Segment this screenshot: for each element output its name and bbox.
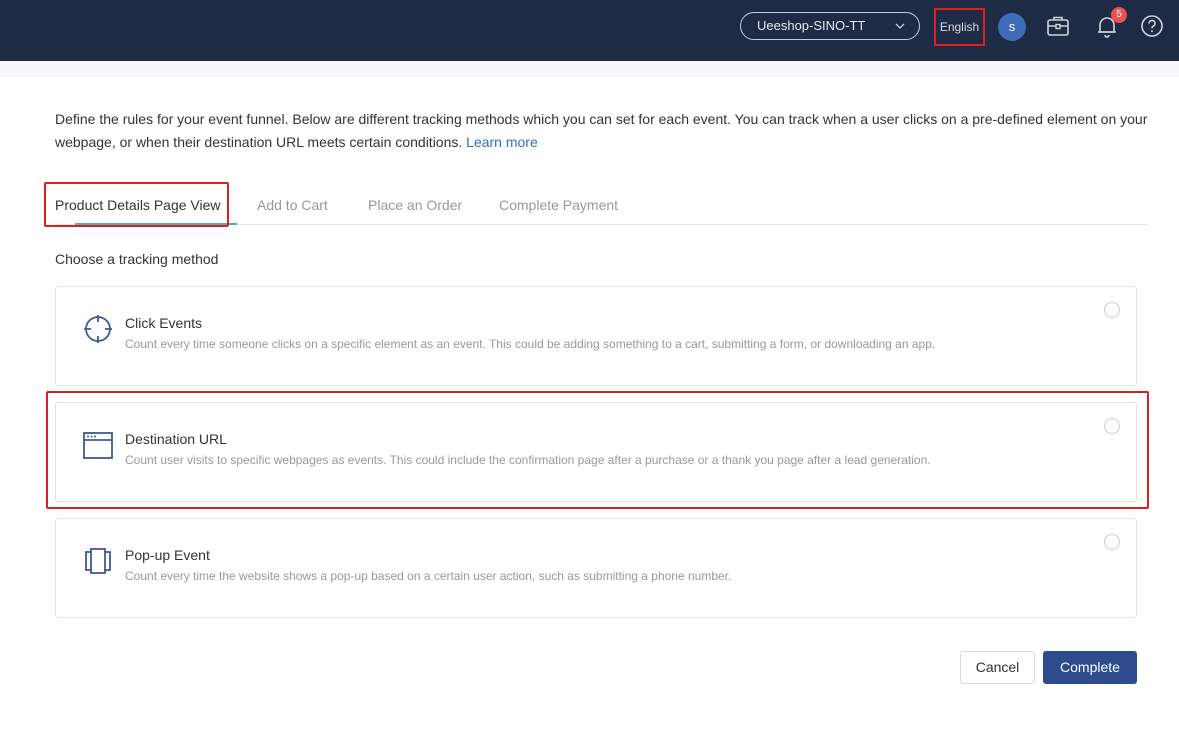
shop-selector[interactable]: Ueeshop-SINO-TT bbox=[740, 12, 920, 40]
help-icon[interactable] bbox=[1139, 13, 1165, 39]
notification-count: 5 bbox=[1116, 9, 1122, 20]
intro-description: Define the rules for your event funnel. … bbox=[55, 108, 1155, 154]
method-description: Count every time someone clicks on a spe… bbox=[125, 337, 936, 351]
section-label: Choose a tracking method bbox=[55, 251, 219, 267]
header-shadow-strip bbox=[0, 61, 1179, 77]
language-label: English bbox=[939, 20, 980, 34]
complete-button[interactable]: Complete bbox=[1043, 651, 1137, 684]
method-description: Count every time the website shows a pop… bbox=[125, 569, 732, 583]
learn-more-link[interactable]: Learn more bbox=[466, 134, 538, 150]
method-title: Click Events bbox=[125, 315, 203, 331]
card-highlight-box bbox=[46, 391, 1149, 509]
method-card-click-events[interactable]: Click Events Count every time someone cl… bbox=[55, 286, 1137, 386]
popup-icon bbox=[85, 548, 111, 574]
method-radio-click-events[interactable] bbox=[1104, 302, 1120, 318]
intro-text: Define the rules for your event funnel. … bbox=[55, 111, 1148, 150]
cancel-button[interactable]: Cancel bbox=[960, 651, 1035, 684]
method-title: Pop-up Event bbox=[125, 547, 210, 563]
tab-place-an-order[interactable]: Place an Order bbox=[368, 197, 462, 213]
chevron-down-icon bbox=[895, 23, 905, 29]
briefcase-icon[interactable] bbox=[1045, 13, 1071, 39]
tab-complete-payment[interactable]: Complete Payment bbox=[499, 197, 618, 213]
avatar[interactable]: s bbox=[998, 13, 1026, 41]
method-card-popup-event[interactable]: Pop-up Event Count every time the websit… bbox=[55, 518, 1137, 618]
avatar-initial: s bbox=[1008, 19, 1016, 34]
shop-selector-label: Ueeshop-SINO-TT bbox=[757, 18, 866, 33]
crosshair-icon bbox=[84, 315, 112, 343]
tab-highlight-box bbox=[44, 182, 229, 227]
method-radio-popup-event[interactable] bbox=[1104, 534, 1120, 550]
top-navigation-bar: Ueeshop-SINO-TT English s 5 bbox=[0, 0, 1179, 61]
tab-add-to-cart[interactable]: Add to Cart bbox=[257, 197, 328, 213]
notification-badge: 5 bbox=[1111, 7, 1127, 23]
language-switcher[interactable]: English bbox=[934, 8, 985, 46]
